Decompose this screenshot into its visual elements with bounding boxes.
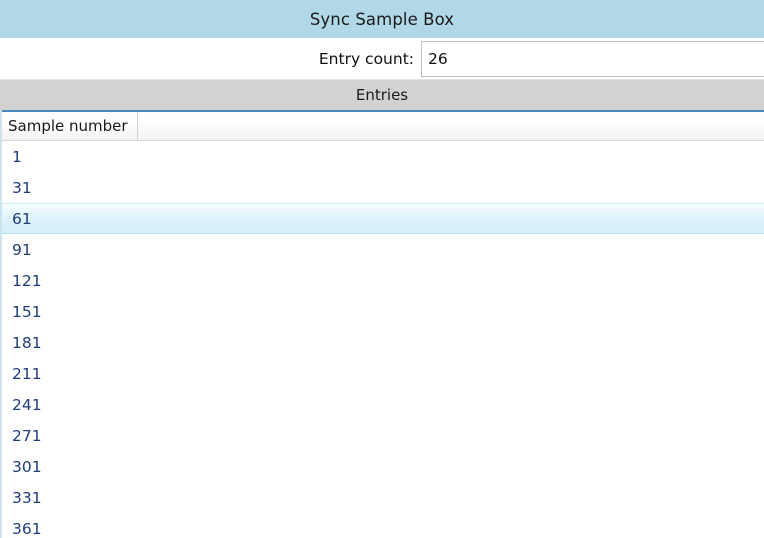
column-header-filler[interactable] [138, 112, 764, 140]
table-row[interactable]: 331 [2, 482, 764, 513]
entries-table: Sample number 1 31 61 91 121 151 181 211 241 271 3… [0, 110, 764, 538]
cell-sample-number: 121 [2, 272, 42, 290]
cell-sample-number: 181 [2, 334, 42, 352]
cell-sample-number: 211 [2, 365, 42, 383]
table-row[interactable]: 121 [2, 265, 764, 296]
entries-section-label: Entries [356, 86, 408, 104]
table-row[interactable]: 31 [2, 172, 764, 203]
table-row[interactable]: 241 [2, 389, 764, 420]
entry-count-input-wrap [421, 38, 764, 79]
table-row[interactable]: 181 [2, 327, 764, 358]
cell-sample-number: 361 [2, 520, 42, 538]
cell-sample-number: 61 [2, 210, 32, 228]
column-header-sample-number-label: Sample number [8, 117, 128, 135]
cell-sample-number: 271 [2, 427, 42, 445]
entries-section-header: Entries [0, 80, 764, 110]
cell-sample-number: 1 [2, 148, 22, 166]
table-row[interactable]: 211 [2, 358, 764, 389]
cell-sample-number: 151 [2, 303, 42, 321]
entry-count-label-wrap: Entry count: [0, 38, 421, 79]
entries-table-body: 1 31 61 91 121 151 181 211 241 271 301 331 361 [2, 141, 764, 538]
window-title: Sync Sample Box [310, 10, 454, 29]
entry-count-input[interactable] [421, 41, 764, 77]
entry-count-row: Entry count: [0, 38, 764, 80]
cell-sample-number: 301 [2, 458, 42, 476]
entry-count-label: Entry count: [319, 50, 414, 68]
table-row[interactable]: 151 [2, 296, 764, 327]
table-row[interactable]: 361 [2, 513, 764, 538]
window-titlebar: Sync Sample Box [0, 0, 764, 38]
table-row[interactable]: 1 [2, 141, 764, 172]
column-header-sample-number[interactable]: Sample number [2, 112, 138, 140]
cell-sample-number: 241 [2, 396, 42, 414]
sync-sample-box-window: Sync Sample Box Entry count: Entries Sam… [0, 0, 764, 538]
cell-sample-number: 91 [2, 241, 32, 259]
table-row[interactable]: 61 [2, 203, 764, 234]
table-row[interactable]: 271 [2, 420, 764, 451]
cell-sample-number: 31 [2, 179, 32, 197]
cell-sample-number: 331 [2, 489, 42, 507]
entries-table-header-row: Sample number [2, 110, 764, 141]
table-row[interactable]: 301 [2, 451, 764, 482]
table-row[interactable]: 91 [2, 234, 764, 265]
